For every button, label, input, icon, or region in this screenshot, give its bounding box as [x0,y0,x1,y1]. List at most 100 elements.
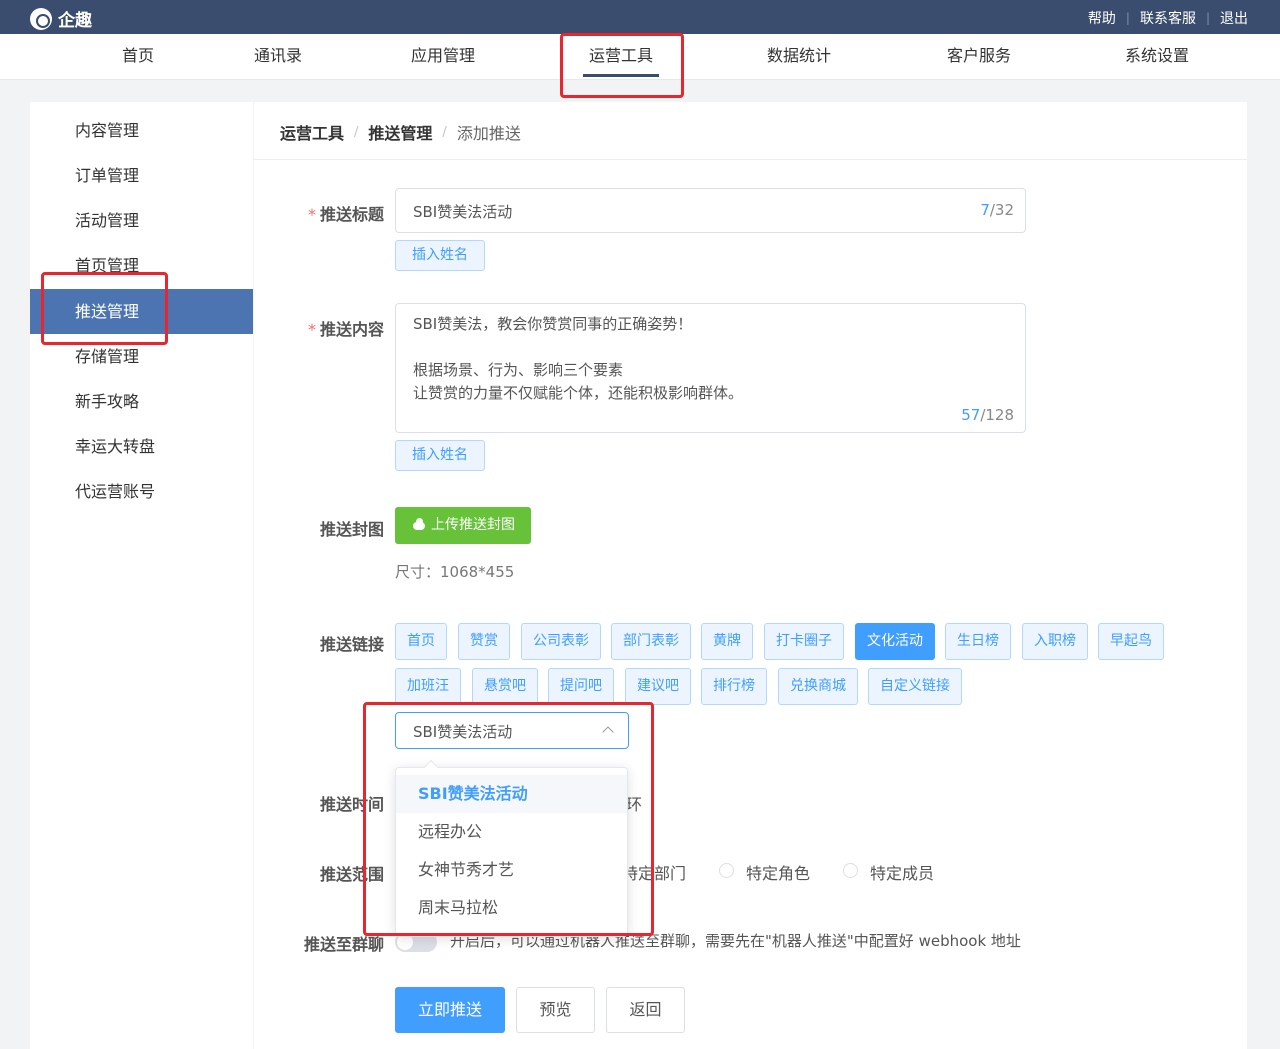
nav-data-statistics[interactable]: 数据统计 [764,34,834,80]
link-tag-home[interactable]: 首页 [395,623,447,660]
sidebar-item-guide[interactable]: 新手攻略 [30,379,253,424]
preview-button[interactable]: 预览 [516,987,595,1033]
upload-cover-button[interactable]: 上传推送封图 [395,507,531,544]
separator: | [1125,11,1130,25]
app-logo[interactable]: 企趣 [30,6,92,31]
sidebar-item-homepage[interactable]: 首页管理 [30,243,253,288]
push-content-label: * 推送内容 [254,316,384,340]
activity-dropdown: SBI赞美法活动 远程办公 女神节秀才艺 周末马拉松 [395,759,628,937]
nav-home[interactable]: 首页 [110,34,166,80]
sidebar-item-content[interactable]: 内容管理 [30,108,253,153]
push-title-label-text: 推送标题 [319,205,384,224]
link-tag-birthday[interactable]: 生日榜 [945,623,1011,660]
push-content-text: SBI赞美法，教会你赞赏同事的正确姿势！ 根据场景、行为、影响三个要素 让赞赏的… [413,313,743,405]
breadcrumb-separator: / [354,124,359,140]
link-tag-culture-activity[interactable]: 文化活动 [855,623,935,660]
sidebar-item-orders[interactable]: 订单管理 [30,153,253,198]
content-line: 根据场景、行为、影响三个要素 [413,361,624,379]
scope-role-radio[interactable] [719,863,734,878]
breadcrumb: 运营工具 / 推送管理 / 添加推送 [280,120,521,144]
logo-icon [30,7,52,30]
link-tag-leaderboard[interactable]: 排行榜 [701,668,767,705]
required-mark: * [307,205,316,224]
activity-select-value: SBI赞美法活动 [413,723,513,741]
scope-option-dept-label[interactable]: 特定部门 [622,860,686,884]
link-tag-bounty[interactable]: 悬赏吧 [472,668,538,705]
required-mark: * [307,320,316,339]
push-title-input[interactable]: SBI赞美法活动 7/32 [395,188,1026,233]
sidebar-item-lucky-wheel[interactable]: 幸运大转盘 [30,424,253,469]
top-links: 帮助 | 联系客服 | 退出 [1088,8,1248,28]
main-nav: 首页 通讯录 应用管理 运营工具 数据统计 客户服务 系统设置 [0,34,1280,80]
insert-name-button-content[interactable]: 插入姓名 [395,440,485,471]
push-link-label: 推送链接 [319,635,384,654]
sidebar-item-storage[interactable]: 存储管理 [30,334,253,379]
push-now-button[interactable]: 立即推送 [395,987,505,1033]
link-tag-custom-link[interactable]: 自定义链接 [868,668,962,705]
push-title-label: * 推送标题 [254,201,384,225]
push-group-label: 推送至群聊 [303,935,384,954]
content-line: SBI赞美法，教会你赞赏同事的正确姿势！ [413,315,693,333]
push-time-label: 推送时间 [319,795,384,814]
content-line: 让赞赏的力量不仅赋能个体，还能积极影响群体。 [413,384,744,402]
push-content-textarea[interactable]: SBI赞美法，教会你赞赏同事的正确姿势！ 根据场景、行为、影响三个要素 让赞赏的… [395,303,1026,433]
link-tag-exchange-mall[interactable]: 兑换商城 [778,668,858,705]
sidebar-item-agent-accounts[interactable]: 代运营账号 [30,469,253,514]
push-title-value: SBI赞美法活动 [413,203,513,221]
activity-select[interactable]: SBI赞美法活动 [395,712,629,749]
link-tag-company-commend[interactable]: 公司表彰 [521,623,601,660]
nav-operation-tools[interactable]: 运营工具 [583,34,659,80]
link-tag-suggestions[interactable]: 建议吧 [625,668,691,705]
push-title-count: 7 [980,201,990,219]
logout-link[interactable]: 退出 [1220,8,1248,28]
push-content-counter: 57/128 [961,406,1014,424]
nav-customer-service[interactable]: 客户服务 [944,34,1014,80]
nav-system-settings[interactable]: 系统设置 [1122,34,1192,80]
push-title-counter: 7/32 [980,201,1014,219]
link-tag-checkin-circle[interactable]: 打卡圈子 [764,623,844,660]
dropdown-option[interactable]: SBI赞美法活动 [396,775,627,813]
upload-cover-label: 上传推送封图 [431,517,515,533]
link-tag-dept-commend[interactable]: 部门表彰 [611,623,691,660]
push-time-option-fragment: 环 [626,795,643,814]
separator: | [1205,11,1210,25]
breadcrumb-separator: / [442,124,447,140]
link-tag-onboarding[interactable]: 入职榜 [1022,623,1088,660]
breadcrumb-current: 添加推送 [456,124,521,143]
dropdown-arrow [423,759,439,775]
cloud-upload-icon [413,517,425,530]
push-content-count: 57 [961,406,981,424]
scope-option-role-label[interactable]: 特定角色 [746,860,810,884]
scope-option-member-label[interactable]: 特定成员 [870,860,934,884]
back-button[interactable]: 返回 [606,987,685,1033]
content-line [413,336,743,359]
link-tag-questions[interactable]: 提问吧 [548,668,614,705]
sidebar-item-push[interactable]: 推送管理 [30,289,253,334]
scope-member-radio[interactable] [843,863,858,878]
chevron-up-icon [602,726,614,738]
divider [254,159,1247,160]
content-panel: 运营工具 / 推送管理 / 添加推送 * 推送标题 SBI赞美法活动 7/32 插… [254,102,1247,1049]
link-tag-overtime[interactable]: 加班汪 [395,668,461,705]
contact-support-link[interactable]: 联系客服 [1140,8,1196,28]
nav-contacts[interactable]: 通讯录 [250,34,306,80]
help-link[interactable]: 帮助 [1088,8,1116,28]
dropdown-option[interactable]: 周末马拉松 [396,889,627,927]
push-title-max: /32 [989,201,1014,219]
top-bar: 企趣 帮助 | 联系客服 | 退出 [0,0,1280,34]
link-tag-early-bird[interactable]: 早起鸟 [1098,623,1164,660]
sidebar-item-activities[interactable]: 活动管理 [30,198,253,243]
breadcrumb-operation-tools[interactable]: 运营工具 [280,120,344,144]
dropdown-option[interactable]: 女神节秀才艺 [396,851,627,889]
link-tag-yellow-card[interactable]: 黄牌 [701,623,753,660]
dropdown-option[interactable]: 远程办公 [396,813,627,851]
nav-app-management[interactable]: 应用管理 [408,34,478,80]
push-cover-label: 推送封图 [319,520,384,539]
breadcrumb-push-management[interactable]: 推送管理 [368,120,432,144]
push-content-max: /128 [980,406,1014,424]
cover-size-hint: 尺寸：1068*455 [395,563,515,581]
link-tag-praise[interactable]: 赞赏 [458,623,510,660]
sidebar: 内容管理 订单管理 活动管理 首页管理 推送管理 存储管理 新手攻略 幸运大转盘… [30,102,253,1049]
insert-name-button-title[interactable]: 插入姓名 [395,240,485,271]
push-content-label-text: 推送内容 [319,320,384,339]
